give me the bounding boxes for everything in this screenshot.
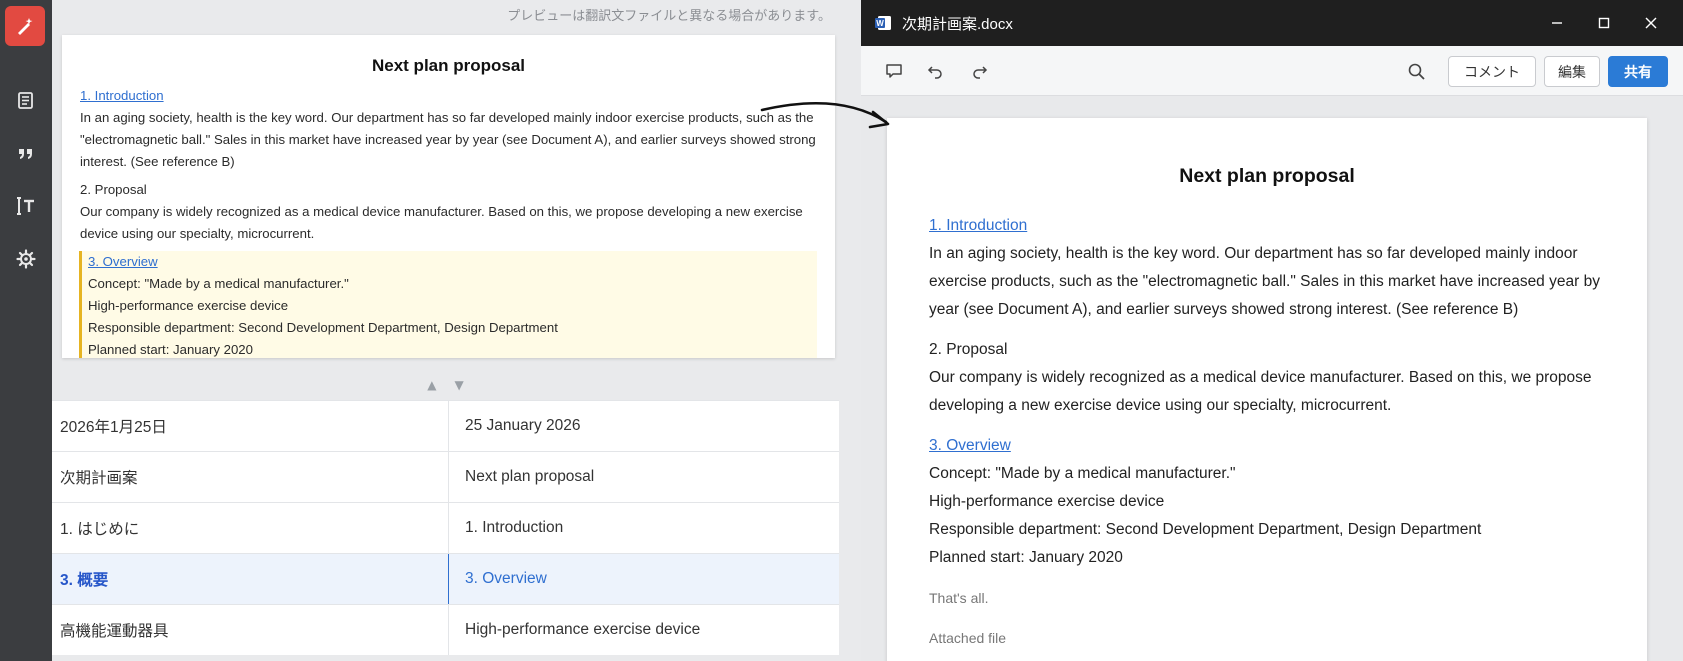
doc-attached-file: Attached file	[929, 630, 1007, 646]
document-page[interactable]: Next plan proposal 1. Introduction In an…	[887, 118, 1647, 661]
document-title: Next plan proposal	[1179, 165, 1355, 187]
comment-button[interactable]: コメント	[1448, 56, 1536, 87]
segment-target[interactable]: High-performance exercise device	[449, 605, 839, 655]
collapse-up-icon[interactable]: ▲	[427, 378, 436, 392]
window-title: 次期計画案.docx	[902, 15, 1013, 33]
segment-target[interactable]: 1. Introduction	[449, 503, 839, 553]
segment-source: 1. はじめに	[52, 503, 449, 553]
maximize-icon	[1598, 17, 1609, 29]
doc-heading-introduction[interactable]: 1. Introduction	[929, 217, 1027, 234]
doc-heading-proposal: 2. Proposal	[929, 341, 1008, 358]
text-size-icon	[17, 197, 34, 215]
doc-closing: That's all.	[929, 590, 989, 606]
translation-preview[interactable]: Next plan proposal 1. Introduction In an…	[62, 35, 835, 358]
doc-heading-overview[interactable]: 3. Overview	[929, 437, 1011, 454]
segment-row[interactable]: 次期計画案 Next plan proposal	[52, 451, 839, 502]
preview-heading-proposal: 2. Proposal	[80, 182, 147, 197]
share-button[interactable]: 共有	[1608, 56, 1668, 87]
undo-button[interactable]	[921, 56, 951, 86]
expand-down-icon[interactable]: ▼	[455, 378, 464, 392]
close-button[interactable]	[1628, 0, 1673, 46]
doc-line: Responsible department: Second Developme…	[929, 521, 1482, 538]
comment-icon	[886, 64, 902, 78]
search-icon	[1408, 63, 1425, 80]
svg-text:W: W	[876, 19, 884, 28]
segment-target[interactable]: 25 January 2026	[449, 401, 839, 451]
preview-line: Planned start: January 2020	[88, 342, 253, 357]
document-list-button[interactable]	[11, 85, 41, 115]
preview-paragraph-introduction: In an aging society, health is the key w…	[80, 110, 816, 169]
segment-row[interactable]: 1. はじめに 1. Introduction	[52, 502, 839, 553]
segment-source: 2026年1月25日	[52, 401, 449, 451]
app-sidebar	[0, 0, 52, 661]
preview-line: High-performance exercise device	[88, 298, 289, 313]
quote-icon	[19, 149, 32, 159]
segment-target[interactable]: 3. Overview	[449, 554, 839, 604]
document-list-icon	[18, 92, 33, 109]
segment-row[interactable]: 高機能運動器具 High-performance exercise device	[52, 604, 839, 655]
window-titlebar: W 次期計画案.docx	[861, 0, 1683, 46]
edit-button[interactable]: 編集	[1544, 56, 1600, 87]
doc-line: High-performance exercise device	[929, 493, 1165, 510]
segment-source: 次期計画案	[52, 452, 449, 502]
doc-paragraph-introduction: In an aging society, health is the key w…	[929, 245, 1600, 318]
settings-button[interactable]	[11, 244, 41, 274]
settings-icon	[16, 249, 36, 269]
word-app-icon: W	[875, 16, 891, 30]
close-icon	[1645, 17, 1656, 29]
redo-button[interactable]	[964, 56, 994, 86]
translation-panel: プレビューは翻訳文ファイルと異なる場合があります。 Next plan prop…	[52, 0, 839, 661]
minimize-button[interactable]	[1534, 0, 1579, 46]
comment-toggle-button[interactable]	[879, 56, 909, 86]
preview-line: Concept: "Made by a medical manufacturer…	[88, 276, 349, 291]
maximize-button[interactable]	[1581, 0, 1626, 46]
text-size-button[interactable]	[11, 191, 41, 221]
preview-paragraph-proposal: Our company is widely recognized as a me…	[80, 204, 803, 241]
doc-line: Planned start: January 2020	[929, 549, 1123, 566]
segment-source: 3. 概要	[52, 554, 449, 604]
undo-icon	[927, 66, 942, 79]
doc-line: Concept: "Made by a medical manufacturer…	[929, 465, 1236, 482]
preview-notice: プレビューは翻訳文ファイルと異なる場合があります。	[507, 9, 831, 24]
doc-paragraph-proposal: Our company is widely recognized as a me…	[929, 369, 1592, 414]
preview-title: Next plan proposal	[371, 56, 526, 75]
redo-icon	[973, 66, 988, 79]
word-window: W 次期計画案.docx コメント 編集 共有 Next plan propos…	[861, 0, 1683, 661]
quote-button[interactable]	[11, 138, 41, 168]
app-logo-button[interactable]	[5, 6, 45, 46]
word-toolbar: コメント 編集 共有	[861, 46, 1683, 96]
preview-line: Responsible department: Second Developme…	[88, 320, 558, 335]
segment-source: 高機能運動器具	[52, 605, 449, 655]
translation-segment-table: 2026年1月25日 25 January 2026 次期計画案 Next pl…	[52, 400, 839, 655]
minimize-icon	[1551, 22, 1562, 24]
segment-target[interactable]: Next plan proposal	[449, 452, 839, 502]
preview-highlight-overview: 3. Overview Concept: "Made by a medical …	[79, 251, 817, 358]
search-button[interactable]	[1401, 56, 1431, 86]
preview-heading-overview[interactable]: 3. Overview	[88, 254, 158, 269]
edit-magic-icon	[18, 18, 33, 35]
preview-heading-introduction[interactable]: 1. Introduction	[80, 88, 164, 103]
segment-row-selected[interactable]: 3. 概要 3. Overview	[52, 553, 839, 604]
segment-row[interactable]: 2026年1月25日 25 January 2026	[52, 400, 839, 451]
panel-splitter[interactable]: ▲ ▼	[52, 370, 839, 400]
